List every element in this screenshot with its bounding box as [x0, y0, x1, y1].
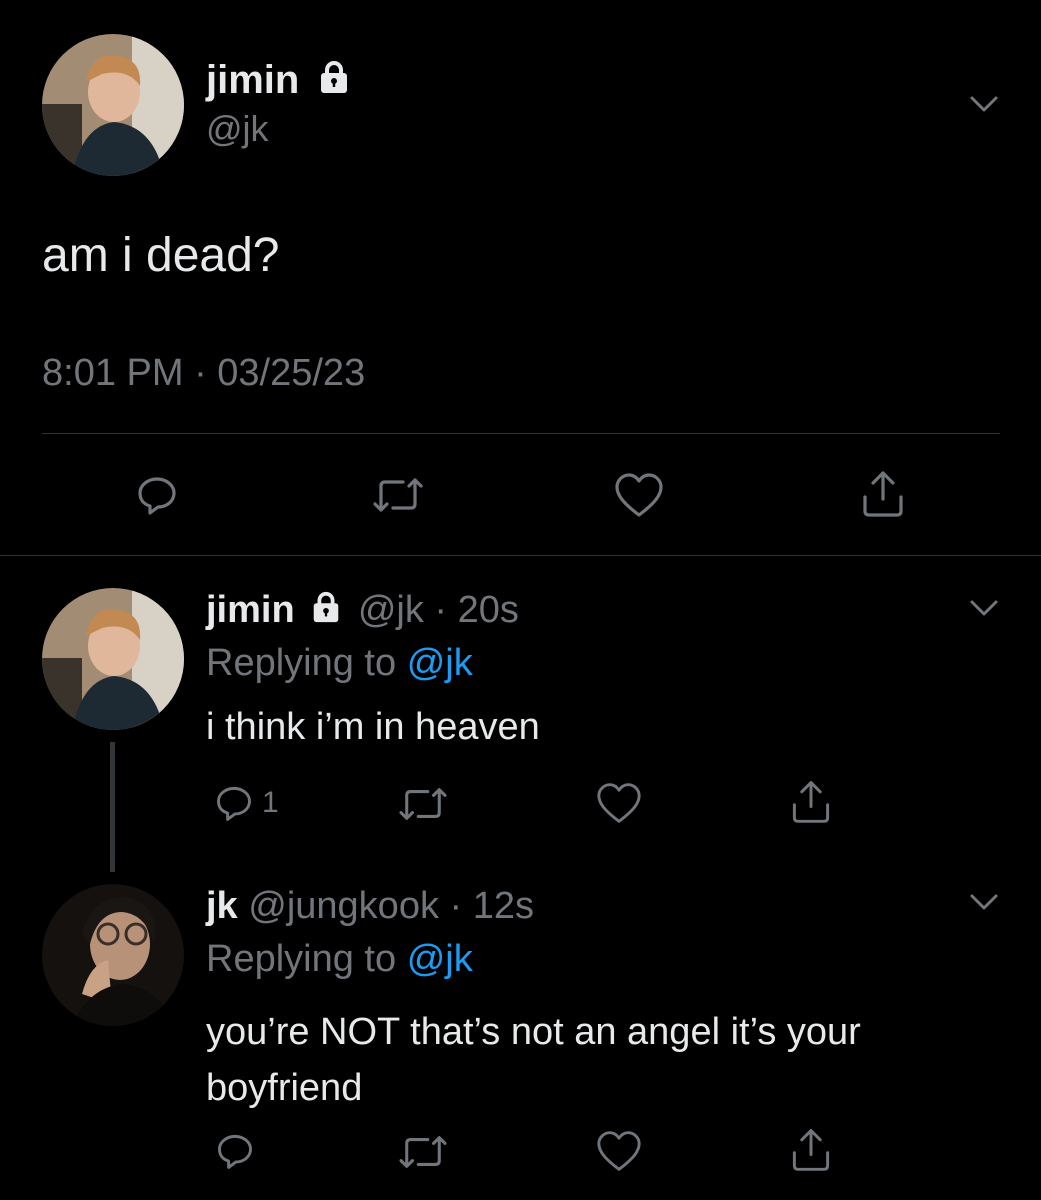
chevron-down-icon[interactable]	[964, 84, 1004, 124]
lock-icon	[316, 58, 352, 106]
lock-icon	[309, 590, 343, 634]
reply-stat[interactable]: 1	[212, 782, 279, 824]
tweet-text: i think i’m in heaven	[206, 706, 540, 748]
replying-to: Replying to @jk	[206, 938, 473, 981]
author-handle[interactable]: @jk	[206, 108, 269, 150]
reply-icon[interactable]	[132, 470, 182, 520]
author-handle[interactable]: @jungkook	[248, 885, 439, 927]
reply-icon[interactable]	[212, 1128, 258, 1174]
reply-count: 1	[262, 786, 279, 819]
tweet-time: · 20s	[434, 589, 519, 631]
chevron-down-icon[interactable]	[964, 588, 1004, 628]
avatar[interactable]	[42, 588, 184, 730]
thread-line	[110, 742, 115, 872]
retweet-icon[interactable]	[394, 782, 452, 826]
divider	[42, 433, 1000, 434]
retweet-icon[interactable]	[394, 1130, 452, 1174]
reply-icon[interactable]	[212, 782, 256, 824]
author-row: jk @jungkook · 12s	[206, 884, 534, 928]
replying-to: Replying to @jk	[206, 642, 473, 685]
replying-to-handle[interactable]: @jk	[407, 642, 473, 684]
divider	[0, 555, 1041, 556]
avatar[interactable]	[42, 34, 184, 176]
retweet-icon[interactable]	[368, 470, 428, 520]
replying-to-label: Replying to	[206, 938, 397, 980]
author-row: jimin @jk · 20s	[206, 588, 519, 634]
like-icon[interactable]	[594, 780, 644, 826]
avatar[interactable]	[42, 884, 184, 1026]
share-icon[interactable]	[786, 1124, 836, 1174]
author-name[interactable]: jimin	[206, 589, 295, 631]
author-name[interactable]: jk	[206, 885, 238, 927]
share-icon[interactable]	[856, 466, 910, 520]
author-name[interactable]: jimin	[206, 58, 299, 102]
chevron-down-icon[interactable]	[964, 882, 1004, 922]
tweet-text: you’re NOT that’s not an angel it’s your…	[206, 1011, 861, 1109]
share-icon[interactable]	[786, 776, 836, 826]
like-icon[interactable]	[594, 1128, 644, 1174]
like-icon[interactable]	[612, 470, 666, 520]
replying-to-handle[interactable]: @jk	[407, 938, 473, 980]
tweet-time: · 12s	[449, 885, 534, 927]
author-row: jimin	[206, 56, 352, 106]
replying-to-label: Replying to	[206, 642, 397, 684]
tweet-timestamp[interactable]: 8:01 PM · 03/25/23	[42, 352, 365, 395]
tweet-text: am i dead?	[42, 229, 280, 282]
author-handle[interactable]: @jk	[358, 589, 424, 631]
